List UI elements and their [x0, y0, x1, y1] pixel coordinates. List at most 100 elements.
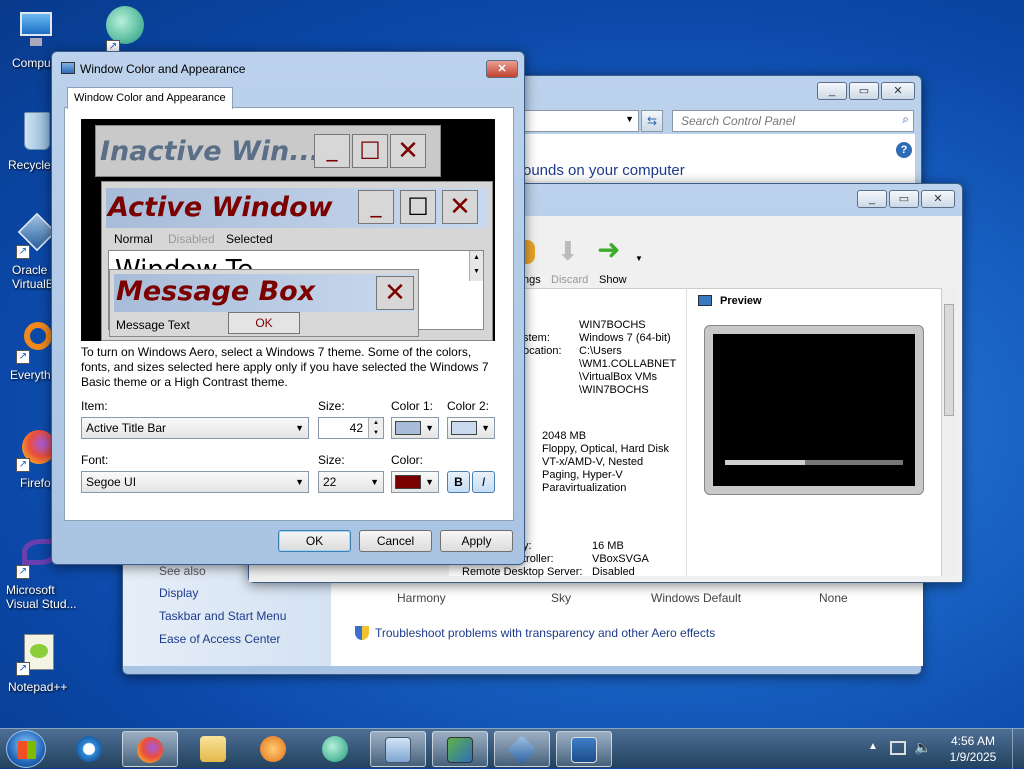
show-desktop-button[interactable] — [1012, 729, 1024, 769]
windows-logo-icon — [18, 741, 36, 759]
desktop-icon-label: Microsoft Visual Stud... — [6, 583, 77, 611]
size-spinner[interactable]: 42 ▲ ▼ — [318, 417, 384, 439]
help-icon[interactable]: ? — [896, 142, 912, 158]
minimize-button[interactable]: _ — [857, 190, 887, 208]
maximize-button[interactable]: ▭ — [849, 82, 879, 100]
appearance-icon — [61, 62, 75, 74]
preview-message-text: Message Text — [116, 318, 190, 332]
preview-menu-selected: Selected — [226, 232, 273, 246]
spinner-arrows-icon[interactable]: ▲ ▼ — [368, 418, 383, 438]
general-label-location: ocation: — [523, 345, 562, 357]
vm-icon — [571, 737, 597, 763]
taskbar-display[interactable] — [432, 731, 488, 767]
nav-link-display[interactable]: Display — [159, 586, 198, 600]
preview-active-title: Active Window — [108, 192, 333, 223]
toolbar-show-label[interactable]: Show — [599, 274, 627, 286]
search-icon[interactable]: ⌕ — [902, 112, 909, 127]
recycle-bin-icon — [24, 112, 50, 150]
preview-inactive-window: Inactive Win... _ ☐ ✕ — [95, 125, 441, 177]
scrollbar[interactable] — [941, 288, 955, 576]
font-size-select[interactable]: 22 ▼ — [318, 471, 384, 493]
folder-icon — [200, 736, 226, 762]
toolbar-settings-label[interactable]: ngs — [523, 274, 541, 286]
network-icon[interactable] — [890, 741, 906, 755]
item-select[interactable]: Active Title Bar ▼ — [81, 417, 309, 439]
apply-button[interactable]: Apply — [440, 530, 513, 552]
page-heading: ounds on your computer — [523, 162, 685, 179]
close-button[interactable]: ✕ — [921, 190, 955, 208]
general-location-3: \VirtualBox VMs — [579, 371, 658, 383]
preview-ok-button: OK — [228, 312, 300, 334]
discard-icon[interactable]: ⬇ — [557, 238, 581, 264]
boot-progress-bar — [725, 460, 903, 465]
ok-button[interactable]: OK — [278, 530, 351, 552]
start-button[interactable] — [6, 730, 46, 768]
taskbar-win7-vm[interactable] — [556, 731, 612, 767]
dialog-panel: Inactive Win... _ ☐ ✕ Active Window _ ☐ … — [64, 107, 514, 521]
dialog-title: Window Color and Appearance — [80, 62, 246, 76]
color2-picker[interactable]: ▼ — [447, 417, 495, 439]
refresh-button[interactable]: ⇆ — [641, 110, 663, 132]
clock-date[interactable]: 1/9/2025 — [946, 750, 1000, 764]
general-os: Windows 7 (64-bit) — [579, 332, 671, 344]
tab-window-color[interactable]: Window Color and Appearance — [67, 87, 233, 109]
taskbar-firefox[interactable] — [122, 731, 178, 767]
search-input[interactable]: Search Control Panel ⌕ — [672, 110, 914, 132]
address-bar[interactable]: ▼ — [523, 110, 639, 132]
font-color-picker[interactable]: ▼ — [391, 471, 439, 493]
system-accel-3: Paravirtualization — [542, 482, 627, 494]
bold-button[interactable]: B — [447, 471, 470, 493]
troubleshoot-link[interactable]: Troubleshoot problems with transparency … — [375, 626, 715, 640]
taskbar-app[interactable] — [308, 731, 364, 767]
taskbar-control-panel[interactable] — [370, 731, 426, 767]
cancel-button[interactable]: Cancel — [359, 530, 432, 552]
preview-close-icon: ✕ — [390, 134, 426, 168]
see-also-label: See also — [159, 564, 206, 578]
computer-icon — [20, 12, 52, 36]
taskbar-virtualbox[interactable] — [494, 731, 550, 767]
theme-none[interactable]: None — [819, 591, 848, 605]
preview-minimize-icon: _ — [314, 134, 350, 168]
clock-time[interactable]: 4:56 AM — [946, 734, 1000, 748]
firefox-icon — [137, 737, 163, 763]
display-label-rdp: Remote Desktop Server: — [462, 566, 583, 578]
general-location-2: \WM1.COLLABNET — [579, 358, 677, 370]
volume-muted-icon[interactable]: 🔈 — [914, 739, 931, 756]
preview-minimize-icon: _ — [358, 190, 394, 224]
taskbar-explorer[interactable] — [186, 731, 242, 767]
desktop-icon-app[interactable]: ↗ — [88, 4, 160, 54]
shield-icon — [355, 626, 369, 640]
font-select[interactable]: Segoe UI ▼ — [81, 471, 309, 493]
control-panel-icon — [385, 737, 411, 763]
color2-label: Color 2: — [447, 399, 490, 413]
taskbar-media-player[interactable] — [246, 731, 302, 767]
preview-close-icon: ✕ — [376, 276, 414, 310]
general-label-os: stem: — [523, 332, 550, 344]
display-vram: 16 MB — [592, 540, 624, 552]
preview-screen — [704, 325, 924, 495]
chevron-down-icon: ▼ — [295, 423, 304, 433]
desktop-icon-notepad-plus-plus[interactable]: ↗ Notepad++ — [0, 632, 72, 694]
show-icon[interactable]: ➜ — [597, 236, 627, 264]
nav-link-taskbar[interactable]: Taskbar and Start Menu — [159, 609, 286, 623]
size-label: Size: — [318, 399, 345, 413]
chevron-down-icon[interactable]: ▼ — [625, 114, 634, 124]
app-icon — [106, 6, 144, 44]
nav-link-ease-of-access[interactable]: Ease of Access Center — [159, 632, 280, 646]
show-hidden-icons[interactable]: ▲ — [868, 741, 878, 752]
chevron-down-icon[interactable]: ▼ — [635, 254, 643, 263]
maximize-button[interactable]: ▭ — [889, 190, 919, 208]
italic-button[interactable]: I — [472, 471, 495, 493]
theme-windows-default[interactable]: Windows Default — [651, 591, 741, 605]
toolbar-discard-label[interactable]: Discard — [551, 274, 588, 286]
minimize-button[interactable]: _ — [817, 82, 847, 100]
preview-title: Preview — [720, 295, 762, 307]
color1-picker[interactable]: ▼ — [391, 417, 439, 439]
theme-sky[interactable]: Sky — [551, 591, 571, 605]
font-color-label: Color: — [391, 453, 424, 467]
system-accel-2: Paging, Hyper-V — [542, 469, 623, 481]
theme-harmony[interactable]: Harmony — [397, 591, 446, 605]
close-button[interactable]: ✕ — [486, 60, 518, 78]
close-button[interactable]: ✕ — [881, 82, 915, 100]
taskbar-ie[interactable] — [62, 731, 118, 767]
